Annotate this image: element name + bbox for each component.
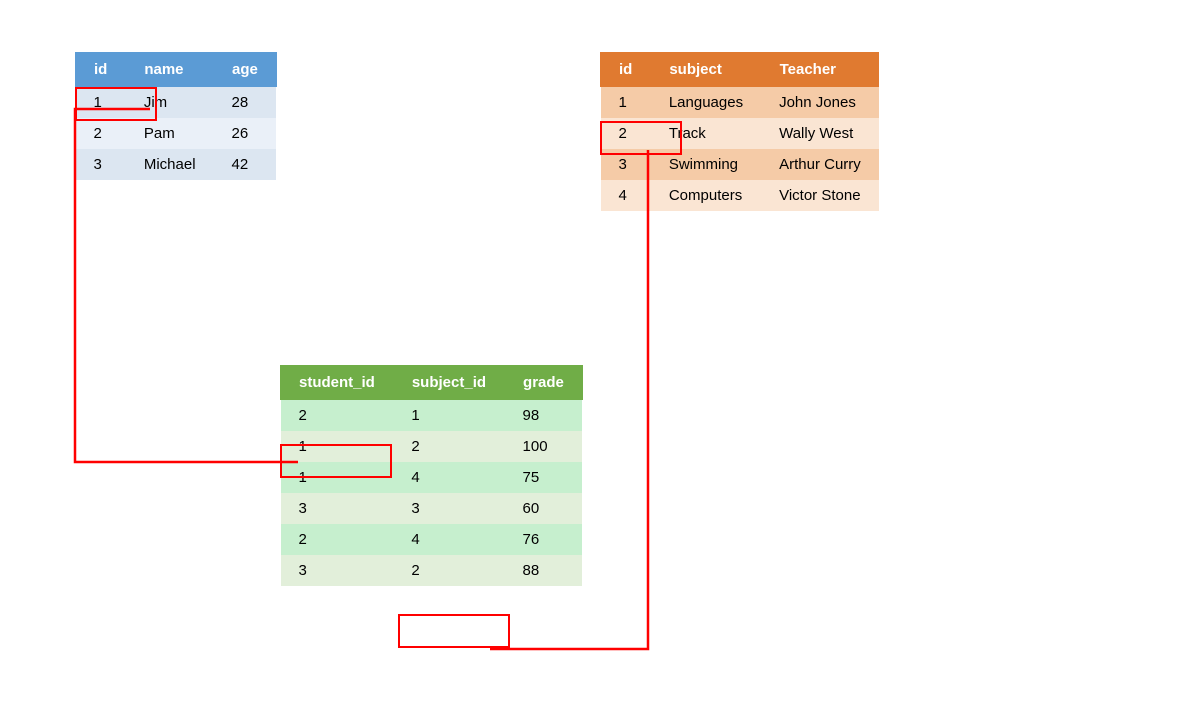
table-row: 1Jim28 [76, 87, 277, 119]
grades-col-grade: grade [505, 366, 583, 400]
students-table: id name age 1Jim282Pam263Michael42 [75, 52, 277, 180]
table-row: 1LanguagesJohn Jones [601, 87, 879, 119]
subjects-col-teacher: Teacher [761, 53, 879, 87]
table-row: 12100 [281, 431, 583, 462]
subjects-col-id: id [601, 53, 651, 87]
canvas: id name age 1Jim282Pam263Michael42 id su… [0, 0, 1200, 715]
table-row: 4ComputersVictor Stone [601, 180, 879, 211]
grades-col-student-id: student_id [281, 366, 394, 400]
table-row: 3360 [281, 493, 583, 524]
subjects-table: id subject Teacher 1LanguagesJohn Jones2… [600, 52, 879, 211]
students-col-id: id [76, 53, 126, 87]
highlight-grades-subjectid2 [398, 614, 510, 648]
table-row: 1475 [281, 462, 583, 493]
table-row: 3Michael42 [76, 149, 277, 180]
grades-table: student_id subject_id grade 219812100147… [280, 365, 583, 586]
table-row: 3288 [281, 555, 583, 586]
table-row: 2TrackWally West [601, 118, 879, 149]
table-row: 2Pam26 [76, 118, 277, 149]
subjects-col-subject: subject [651, 53, 761, 87]
students-col-age: age [214, 53, 277, 87]
table-row: 3SwimmingArthur Curry [601, 149, 879, 180]
table-row: 2476 [281, 524, 583, 555]
students-col-name: name [126, 53, 214, 87]
grades-col-subject-id: subject_id [393, 366, 504, 400]
table-row: 2198 [281, 400, 583, 432]
